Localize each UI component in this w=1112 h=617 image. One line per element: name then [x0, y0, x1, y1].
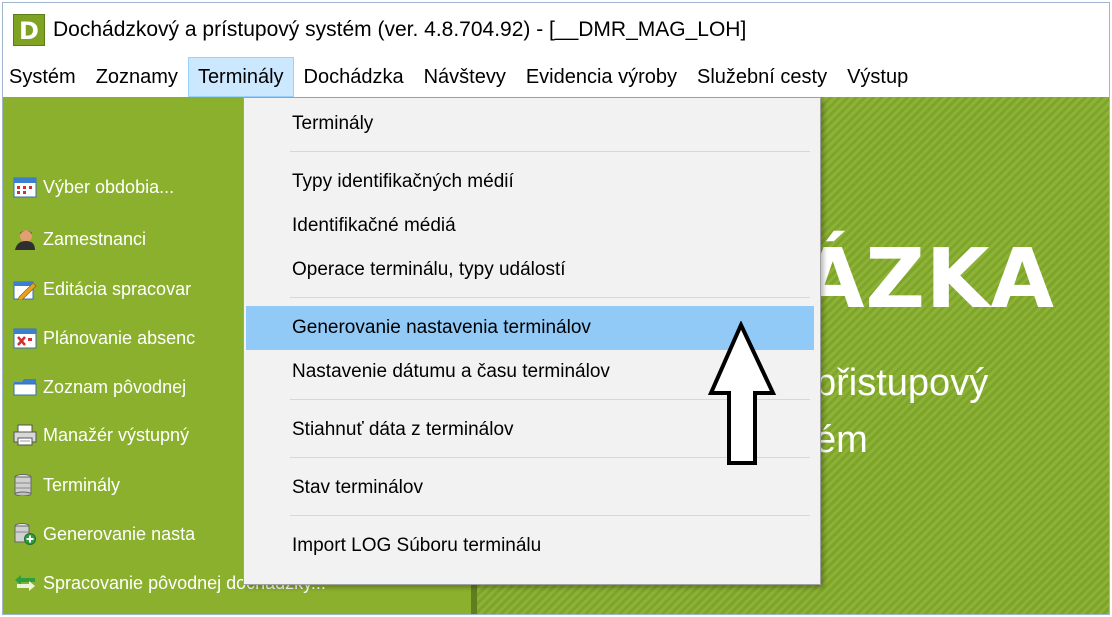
person-icon: [13, 228, 37, 250]
up-arrow-annotation-icon: [707, 321, 777, 465]
sidebar-item-label: Zoznam pôvodnej: [43, 376, 187, 397]
sidebar-item-zoznam-povodnej[interactable]: Zoznam pôvodnej: [13, 373, 186, 401]
sidebar-item-label: Plánovanie absenc: [43, 327, 196, 348]
edit-icon: [13, 278, 37, 301]
sidebar-item-editacia[interactable]: Editácia spracovar: [13, 275, 191, 303]
background-logo-text: ÁZKA: [801, 232, 1055, 327]
sidebar-item-label: Zamestnanci: [43, 228, 147, 249]
background-logo-subtitle-2: ém: [815, 419, 868, 461]
menu-separator: [290, 151, 810, 152]
menu-dochadzka[interactable]: Dochádzka: [294, 57, 414, 97]
folder-icon: [13, 376, 37, 398]
window-title: Dochádzkový a prístupový systém (ver. 4.…: [53, 18, 747, 41]
menu-item-identifikacne-media[interactable]: Identifikačné médiá: [246, 204, 814, 248]
menu-sluzebni-cesty[interactable]: Služební cesty: [687, 57, 837, 97]
sidebar-item-manazer-vystupny[interactable]: Manažér výstupný: [13, 421, 189, 449]
sidebar-item-generovanie[interactable]: Generovanie nasta: [13, 520, 195, 548]
menu-item-terminaly[interactable]: Terminály: [246, 102, 814, 146]
sidebar-item-label: Výber obdobia...: [43, 176, 175, 197]
menu-bar: Systém Zoznamy Terminály Dochádzka Návšt…: [3, 57, 1109, 97]
app-logo-icon: D: [13, 14, 45, 46]
sidebar-item-label: Terminály: [43, 474, 121, 495]
title-bar: D Dochádzkový a prístupový systém (ver. …: [3, 3, 1109, 57]
menu-separator: [290, 297, 810, 298]
menu-system[interactable]: Systém: [3, 57, 86, 97]
menu-zoznamy[interactable]: Zoznamy: [86, 57, 188, 97]
application-window: D Dochádzkový a prístupový systém (ver. …: [2, 2, 1110, 615]
sidebar-item-zamestnanci[interactable]: Zamestnanci: [13, 225, 146, 253]
sidebar-item-vyber-obdobia[interactable]: Výber obdobia...: [13, 173, 174, 201]
menu-evidencia-vyroby[interactable]: Evidencia výroby: [516, 57, 687, 97]
menu-item-stav-terminalov[interactable]: Stav terminálov: [246, 466, 814, 510]
menu-navstevy[interactable]: Návštevy: [414, 57, 516, 97]
printer-icon: [13, 424, 37, 446]
sidebar-item-label: Generovanie nasta: [43, 523, 196, 544]
sidebar-item-label: Editácia spracovar: [43, 278, 192, 299]
calendar-x-icon: [13, 327, 37, 349]
menu-item-operace-terminalu[interactable]: Operace terminálu, typy událostí: [246, 248, 814, 292]
menu-terminaly[interactable]: Terminály: [187, 57, 294, 97]
sidebar-item-terminaly[interactable]: Terminály: [13, 471, 120, 499]
menu-vystup[interactable]: Výstup: [837, 57, 918, 97]
menu-item-typy-identifikacnych-medii[interactable]: Typy identifikačných médií: [246, 160, 814, 204]
background-logo-subtitle-1: přistupový: [815, 362, 989, 404]
menu-separator: [290, 515, 810, 516]
menu-item-import-log[interactable]: Import LOG Súboru terminálu: [246, 524, 814, 568]
server-add-icon: [13, 523, 37, 545]
sidebar-item-planovanie[interactable]: Plánovanie absenc: [13, 324, 195, 352]
server-icon: [13, 474, 37, 497]
sidebar-item-label: Manažér výstupný: [43, 424, 190, 445]
calendar-icon: [13, 176, 37, 198]
arrow-left-icon: [13, 572, 37, 594]
